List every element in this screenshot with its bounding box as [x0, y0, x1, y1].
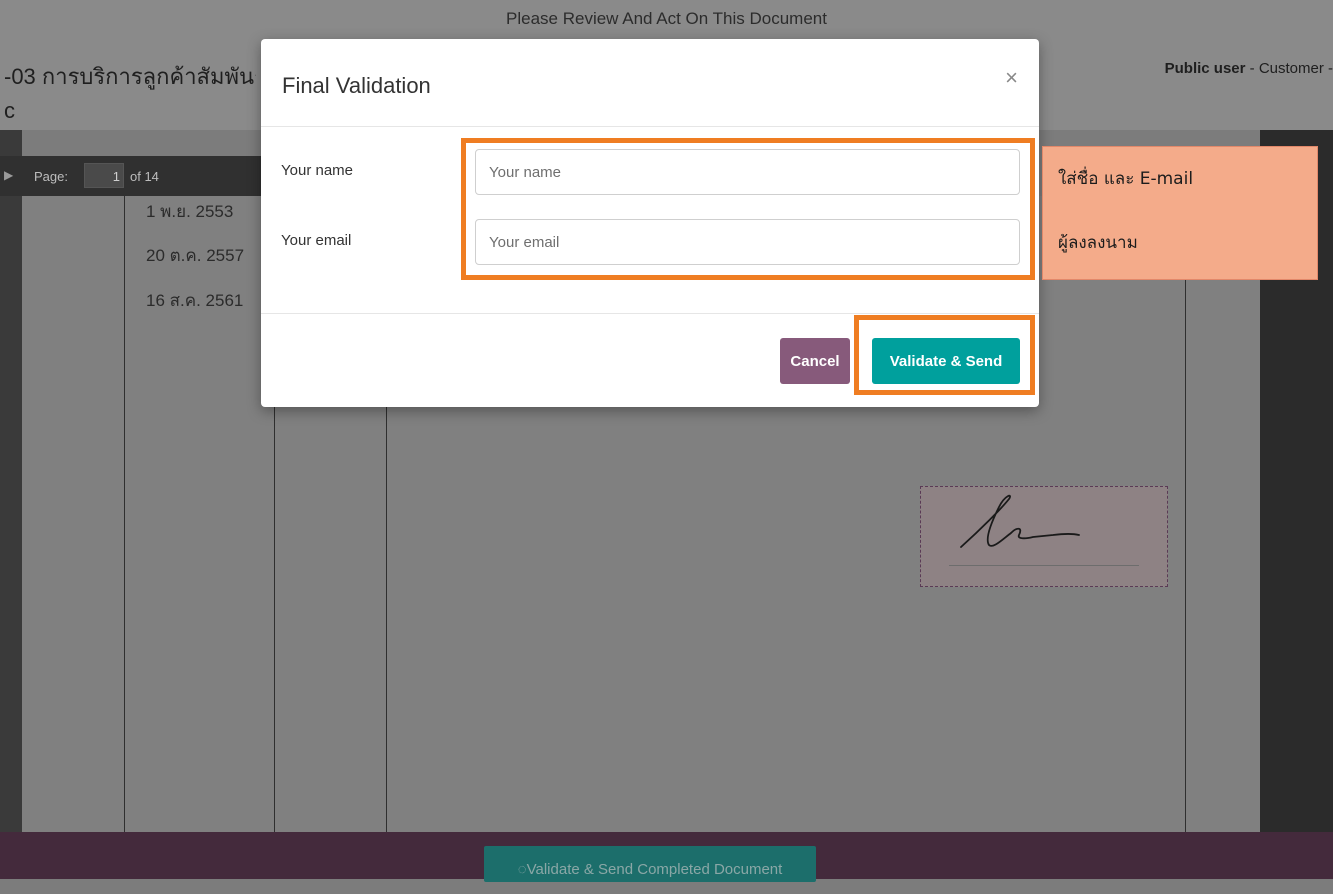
- dialog-header: Final Validation ×: [261, 39, 1039, 127]
- signer-role: - Customer -: [1245, 60, 1333, 77]
- table-cell-date: 16 ส.ค. 2561: [146, 291, 244, 310]
- bottom-action-bar: ◌Validate & Send Completed Document: [0, 832, 1333, 882]
- table-cell-date: 1 พ.ย. 2553: [146, 202, 234, 221]
- table-divider: [274, 407, 275, 832]
- page-count: of 14: [130, 169, 159, 184]
- dialog-title: Final Validation: [282, 73, 431, 98]
- validate-completed-document-label: Validate & Send Completed Document: [526, 861, 783, 878]
- page-label: Page:: [34, 169, 68, 184]
- email-field-label: Your email: [281, 232, 352, 249]
- validate-completed-document-button[interactable]: ◌Validate & Send Completed Document: [484, 846, 816, 882]
- page-top-banner: Please Review And Act On This Document: [0, 0, 1333, 38]
- signer-name: Public user: [1164, 60, 1246, 77]
- callout-line-1: ใส่ชื่อ และ E-mail: [1058, 169, 1194, 189]
- validate-button-highlight: [854, 315, 1035, 395]
- pdf-toolbar: ▶ Page: 1 of 14: [0, 156, 262, 196]
- sidebar-toggle-icon[interactable]: ▶: [4, 168, 13, 182]
- table-divider: [124, 196, 125, 832]
- document-title: -03 การบริการลูกค้าสัมพันธ์: [4, 64, 256, 89]
- viewer-left-gutter: [0, 130, 22, 832]
- signature-field[interactable]: [920, 486, 1168, 587]
- table-divider: [386, 407, 387, 832]
- signature-baseline: [949, 565, 1139, 566]
- name-field-label: Your name: [281, 162, 353, 179]
- signer-info: Public user - Customer -: [1165, 60, 1333, 77]
- document-title-continued: c: [4, 98, 15, 123]
- page-top-title: Please Review And Act On This Document: [506, 9, 827, 28]
- signature-scribble: [960, 494, 1080, 548]
- cancel-button[interactable]: Cancel: [780, 338, 850, 384]
- page-number-input[interactable]: 1: [84, 163, 124, 188]
- input-fields-highlight: [461, 138, 1035, 280]
- spinner-icon: ◌: [517, 861, 527, 878]
- callout-line-2: ผู้ลงลงนาม: [1058, 233, 1138, 253]
- close-icon[interactable]: ×: [1005, 65, 1018, 91]
- instruction-callout: ใส่ชื่อ และ E-mail ผู้ลงลงนาม: [1042, 146, 1318, 280]
- table-divider: [1185, 280, 1186, 832]
- table-cell-date: 20 ต.ค. 2557: [146, 246, 245, 265]
